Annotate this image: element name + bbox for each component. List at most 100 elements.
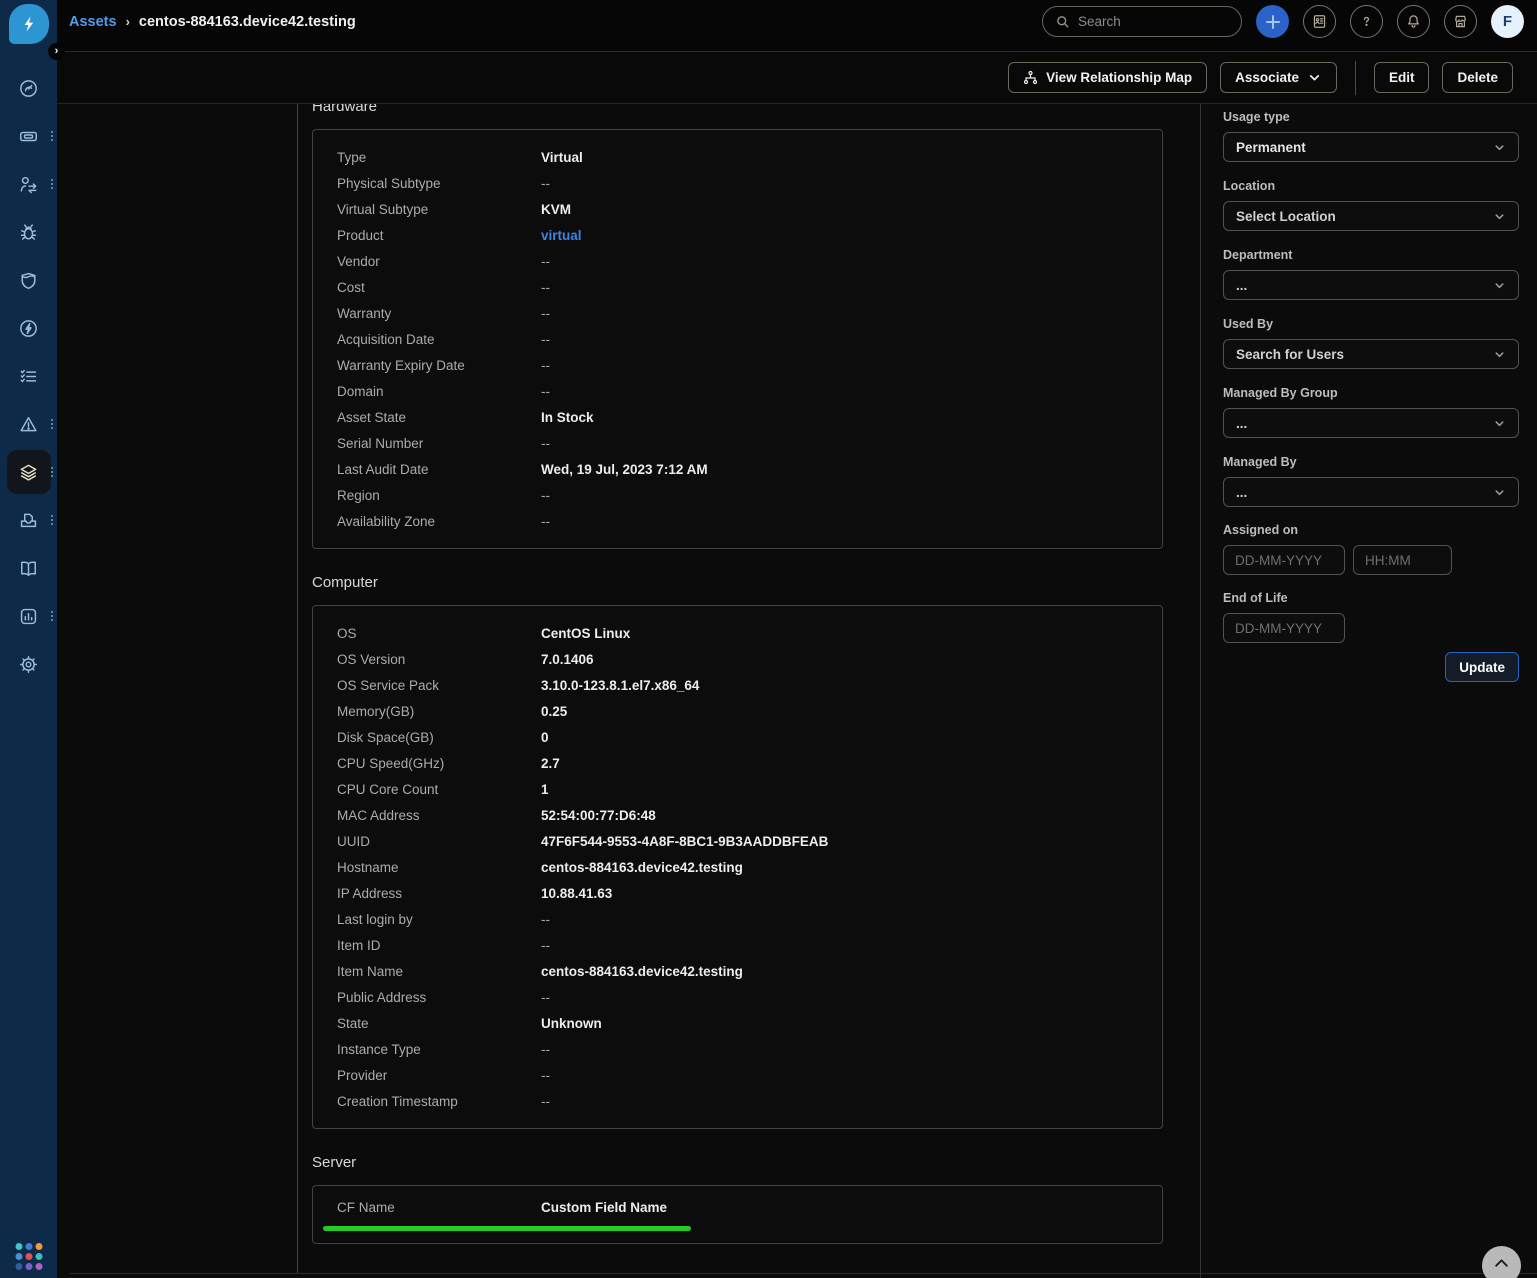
assigned-on-date-input[interactable] — [1223, 545, 1345, 575]
field-row: OS Service Pack3.10.0-123.8.1.el7.x86_64 — [313, 672, 1162, 698]
field-label: Instance Type — [337, 1042, 541, 1057]
sidebar-item-analytics[interactable] — [0, 592, 57, 640]
managed-by-label: Managed By — [1223, 455, 1519, 470]
kebab-menu-icon[interactable] — [49, 609, 55, 623]
user-details-button[interactable] — [1303, 5, 1336, 38]
assigned-on-time-input[interactable] — [1353, 545, 1452, 575]
used-by-select[interactable]: Search for Users — [1223, 339, 1519, 369]
sidebar-item-assets[interactable] — [0, 448, 57, 496]
field-label: Disk Space(GB) — [337, 730, 541, 745]
field-row: Last Audit DateWed, 19 Jul, 2023 7:12 AM — [313, 456, 1162, 482]
field-label: Public Address — [337, 990, 541, 1005]
sitemap-icon — [1023, 70, 1038, 85]
user-swap-icon — [18, 174, 39, 195]
managed-by-group-value: ... — [1236, 416, 1247, 431]
notifications-button[interactable] — [1397, 5, 1430, 38]
field-row: Item Namecentos-884163.device42.testing — [313, 958, 1162, 984]
field-row: Acquisition Date-- — [313, 326, 1162, 352]
department-select[interactable]: ... — [1223, 270, 1519, 300]
kebab-menu-icon[interactable] — [49, 513, 55, 527]
field-value: 0 — [541, 730, 549, 745]
marketplace-button[interactable] — [1444, 5, 1477, 38]
bell-icon — [1405, 13, 1422, 30]
field-row: Cost-- — [313, 274, 1162, 300]
kebab-menu-icon[interactable] — [49, 177, 55, 191]
help-button[interactable] — [1350, 5, 1383, 38]
scroll-to-top-button[interactable] — [1482, 1246, 1521, 1278]
assignment-panel: Usage type Permanent Location Select Loc… — [1200, 104, 1537, 1278]
sidebar-item-automation[interactable] — [0, 304, 57, 352]
freshservice-logo-icon[interactable] — [9, 4, 49, 44]
field-value: 2.7 — [541, 756, 560, 771]
field-value: 7.0.1406 — [541, 652, 594, 667]
field-label: Memory(GB) — [337, 704, 541, 719]
view-relationship-map-button[interactable]: View Relationship Map — [1008, 62, 1207, 93]
field-value: -- — [541, 1094, 550, 1109]
field-row: CF NameCustom Field Name — [313, 1194, 1162, 1220]
sidebar-item-bugs[interactable] — [0, 208, 57, 256]
managed-by-select[interactable]: ... — [1223, 477, 1519, 507]
usage-type-label: Usage type — [1223, 110, 1519, 125]
avatar[interactable]: F — [1491, 5, 1524, 38]
breadcrumb-assets-link[interactable]: Assets — [69, 14, 117, 30]
field-value: -- — [541, 332, 550, 347]
chevron-down-icon — [1493, 279, 1506, 292]
app-switcher-grid-icon[interactable] — [15, 1243, 42, 1270]
asset-details-scroll-area[interactable]: HardwareTypeVirtualPhysical Subtype--Vir… — [57, 104, 1200, 1278]
field-value: -- — [541, 358, 550, 373]
location-select[interactable]: Select Location — [1223, 201, 1519, 231]
field-row: OSCentOS Linux — [313, 620, 1162, 646]
associate-button[interactable]: Associate — [1220, 62, 1337, 93]
kebab-menu-icon[interactable] — [49, 129, 55, 143]
sidebar-item-problems[interactable] — [0, 400, 57, 448]
field-value: -- — [541, 306, 550, 321]
field-value: -- — [541, 1042, 550, 1057]
bug-icon — [18, 222, 39, 243]
field-label: Creation Timestamp — [337, 1094, 541, 1109]
sidebar-item-knowledge[interactable] — [0, 544, 57, 592]
delete-button[interactable]: Delete — [1442, 62, 1513, 93]
plus-icon — [1263, 12, 1283, 32]
sidebar-item-tasks[interactable] — [0, 352, 57, 400]
alert-triangle-icon — [18, 414, 39, 435]
field-row: Item ID-- — [313, 932, 1162, 958]
sidebar-item-requests[interactable] — [0, 496, 57, 544]
field-row: Warranty Expiry Date-- — [313, 352, 1162, 378]
sidebar-item-requesters[interactable] — [0, 160, 57, 208]
field-label: Item Name — [337, 964, 541, 979]
section-card-server: CF NameCustom Field Name — [312, 1185, 1163, 1244]
kebab-menu-icon[interactable] — [49, 417, 55, 431]
field-value: -- — [541, 938, 550, 953]
usage-type-select[interactable]: Permanent — [1223, 132, 1519, 162]
field-label: Physical Subtype — [337, 176, 541, 191]
content-left-divider — [297, 104, 298, 1273]
sidebar-item-tickets[interactable] — [0, 112, 57, 160]
end-of-life-date-input[interactable] — [1223, 613, 1345, 643]
field-row: Asset StateIn Stock — [313, 404, 1162, 430]
used-by-value: Search for Users — [1236, 347, 1344, 362]
edit-button[interactable]: Edit — [1374, 62, 1430, 93]
update-button[interactable]: Update — [1445, 652, 1519, 682]
field-row: Memory(GB)0.25 — [313, 698, 1162, 724]
field-row: Provider-- — [313, 1062, 1162, 1088]
managed-by-group-label: Managed By Group — [1223, 386, 1519, 401]
view-relationship-map-label: View Relationship Map — [1046, 70, 1192, 85]
create-new-button[interactable] — [1256, 5, 1289, 38]
sidebar-item-security[interactable] — [0, 256, 57, 304]
search-box[interactable] — [1042, 6, 1242, 37]
sidebar-item-dashboard[interactable] — [0, 64, 57, 112]
field-label: MAC Address — [337, 808, 541, 823]
sidebar-collapse-button[interactable]: › — [48, 43, 65, 60]
field-label: Warranty Expiry Date — [337, 358, 541, 373]
search-input[interactable] — [1078, 14, 1229, 29]
section-title-server: Server — [312, 1154, 1163, 1172]
managed-by-group-select[interactable]: ... — [1223, 408, 1519, 438]
chevron-down-icon — [1493, 210, 1506, 223]
field-value: -- — [541, 514, 550, 529]
field-value[interactable]: virtual — [541, 228, 582, 243]
field-row: UUID47F6F544-9553-4A8F-8BC1-9B3AADDBFEAB — [313, 828, 1162, 854]
field-value: -- — [541, 1068, 550, 1083]
chevron-down-icon — [1493, 141, 1506, 154]
kebab-menu-icon[interactable] — [49, 465, 55, 479]
sidebar-item-settings[interactable] — [0, 640, 57, 688]
